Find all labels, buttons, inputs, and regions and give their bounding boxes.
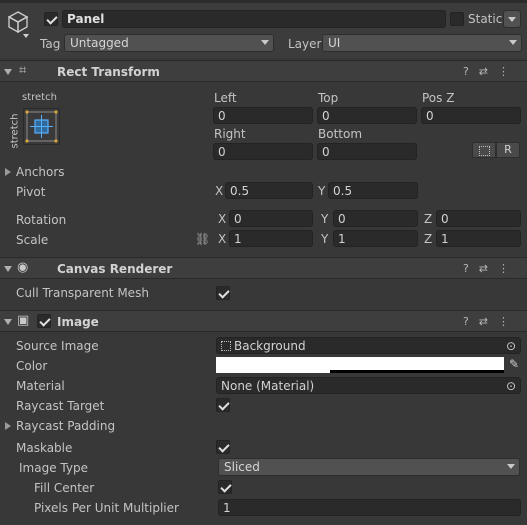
blueprint-icon	[479, 146, 490, 156]
sprite-icon	[221, 341, 231, 351]
scale-x-field[interactable]: 1	[229, 230, 313, 247]
component-menu-icons[interactable]: ?⇄⋮	[463, 65, 519, 78]
fill-center-label: Fill Center	[34, 481, 95, 495]
eyedropper-icon[interactable]: ✎	[509, 357, 519, 371]
material-value: None (Material)	[221, 379, 315, 393]
layer-dropdown[interactable]: UI	[322, 34, 522, 52]
bottom-label: Bottom	[318, 127, 363, 141]
raycast-target-checkbox[interactable]	[216, 398, 230, 412]
rot-z-label: Z	[424, 212, 433, 226]
source-image-value: Background	[234, 339, 306, 353]
layer-value: UI	[328, 36, 341, 50]
rot-z-field[interactable]: 0	[436, 210, 521, 227]
maskable-checkbox[interactable]	[216, 440, 230, 454]
image-header[interactable]: ▣ Image ?⇄⋮	[0, 310, 527, 332]
tag-dropdown[interactable]: Untagged	[64, 34, 274, 52]
material-field[interactable]: None (Material) ⊙	[216, 377, 521, 394]
posz-field[interactable]: 0	[421, 107, 521, 124]
canvas-renderer-title: Canvas Renderer	[57, 262, 173, 276]
scale-x-label: X	[218, 232, 227, 246]
constrain-proportions-icon[interactable]: ⛓	[195, 232, 210, 246]
anchor-side-label: stretch	[9, 113, 21, 149]
raw-edit-label: R	[504, 143, 512, 156]
maskable-label: Maskable	[16, 441, 73, 455]
rect-transform-title: Rect Transform	[57, 65, 160, 79]
bottom-field[interactable]: 0	[317, 143, 417, 160]
cull-transparent-mesh-label: Cull Transparent Mesh	[16, 286, 149, 300]
static-label: Static	[468, 12, 503, 26]
raycast-target-label: Raycast Target	[16, 399, 105, 413]
object-picker-icon[interactable]: ⊙	[506, 378, 516, 393]
gameobject-cube-icon[interactable]	[6, 10, 30, 38]
right-field[interactable]: 0	[213, 143, 313, 160]
anchors-label[interactable]: Anchors	[16, 165, 65, 179]
collapse-arrow-icon	[4, 319, 12, 325]
static-dropdown-caret[interactable]	[503, 10, 521, 28]
chevron-down-icon	[509, 40, 517, 45]
scale-z-label: Z	[424, 232, 433, 246]
blueprint-mode-button[interactable]	[472, 142, 496, 158]
scale-z-field[interactable]: 1	[436, 230, 521, 247]
left-field[interactable]: 0	[213, 107, 313, 124]
rot-y-field[interactable]: 0	[333, 210, 418, 227]
scale-y-field[interactable]: 1	[333, 230, 418, 247]
left-label: Left	[214, 91, 237, 105]
source-image-field[interactable]: Background ⊙	[216, 337, 521, 354]
image-enabled-checkbox[interactable]	[37, 314, 51, 328]
raycast-padding-expand-icon[interactable]	[5, 422, 11, 430]
component-menu-icons[interactable]: ?⇄⋮	[463, 315, 519, 328]
rect-transform-header[interactable]: ⌗ Rect Transform ?⇄⋮	[0, 60, 527, 82]
anchor-preset-button[interactable]	[23, 108, 60, 145]
tag-value: Untagged	[70, 36, 129, 50]
static-checkbox[interactable]	[450, 12, 464, 26]
alpha-bar	[330, 370, 504, 373]
pivot-x-field[interactable]: 0.5	[225, 182, 313, 199]
cull-transparent-mesh-checkbox[interactable]	[216, 286, 230, 300]
top-field[interactable]: 0	[317, 107, 417, 124]
layer-label: Layer	[288, 37, 322, 51]
pivot-y-field[interactable]: 0.5	[328, 182, 418, 199]
top-strip	[0, 0, 527, 3]
chevron-down-icon	[507, 464, 515, 469]
object-picker-icon[interactable]: ⊙	[506, 338, 516, 353]
anchors-expand-icon[interactable]	[5, 168, 11, 176]
active-checkbox[interactable]	[44, 12, 58, 26]
image-component-icon: ▣	[17, 313, 30, 328]
canvas-renderer-header[interactable]: ◉ Canvas Renderer ?⇄⋮	[0, 257, 527, 279]
raycast-padding-label[interactable]: Raycast Padding	[16, 419, 115, 433]
scale-y-label: Y	[321, 232, 329, 246]
image-type-label: Image Type	[19, 461, 88, 475]
rect-transform-icon: ⌗	[19, 63, 27, 78]
anchor-top-label: stretch	[22, 92, 57, 103]
color-swatch[interactable]	[216, 357, 504, 373]
raw-edit-button[interactable]: R	[496, 142, 520, 158]
pivot-label: Pivot	[16, 185, 46, 199]
rotation-label: Rotation	[16, 213, 67, 227]
image-type-dropdown[interactable]: Sliced	[218, 458, 520, 476]
rot-y-label: Y	[321, 212, 329, 226]
pivot-y-label: Y	[318, 184, 326, 198]
fill-center-checkbox[interactable]	[218, 480, 232, 494]
scale-label: Scale	[16, 233, 49, 247]
collapse-arrow-icon	[4, 266, 12, 272]
rot-x-field[interactable]: 0	[229, 210, 313, 227]
source-image-label: Source Image	[16, 339, 99, 353]
image-title: Image	[57, 315, 99, 329]
posz-label: Pos Z	[422, 91, 455, 105]
chevron-down-icon	[261, 40, 269, 45]
color-label: Color	[16, 359, 48, 373]
eye-icon: ◉	[17, 260, 29, 275]
image-type-value: Sliced	[224, 460, 260, 474]
pivot-x-label: X	[215, 184, 224, 198]
object-name-field[interactable]: Panel	[62, 10, 446, 28]
pixels-per-unit-field[interactable]: 1	[218, 499, 521, 516]
component-menu-icons[interactable]: ?⇄⋮	[463, 262, 519, 275]
right-label: Right	[214, 127, 246, 141]
rot-x-label: X	[218, 212, 227, 226]
material-label: Material	[16, 379, 65, 393]
pixels-per-unit-label: Pixels Per Unit Multiplier	[34, 501, 179, 515]
top-label: Top	[318, 91, 339, 105]
tag-label: Tag	[40, 37, 61, 51]
collapse-arrow-icon	[4, 69, 12, 75]
